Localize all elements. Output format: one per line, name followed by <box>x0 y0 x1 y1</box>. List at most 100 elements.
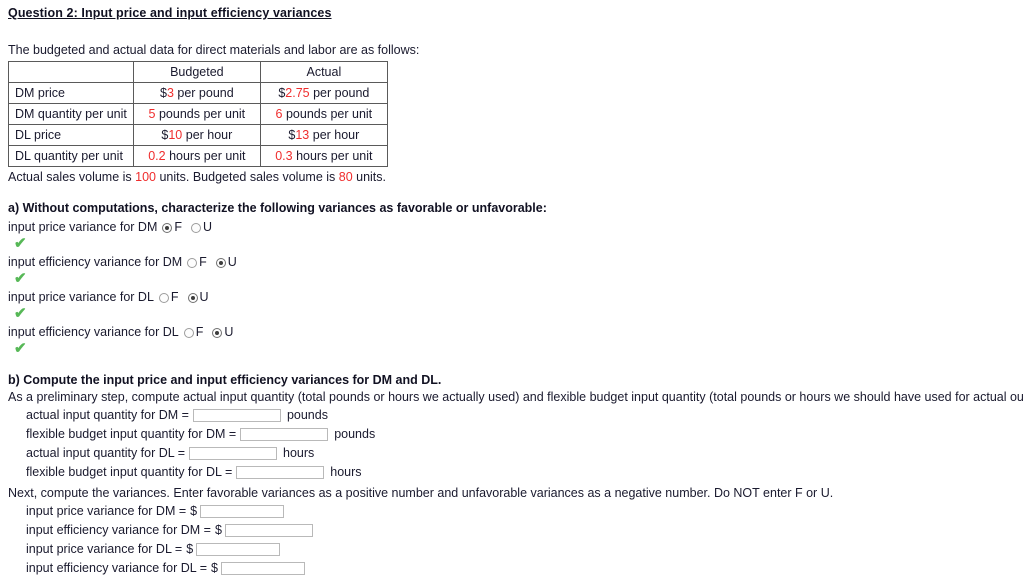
variance-question-label: input price variance for DM <box>8 220 158 234</box>
budgeted-volume-value: 80 <box>338 170 353 184</box>
value-number: 10 <box>168 127 183 142</box>
column-header-budgeted: Budgeted <box>132 61 261 83</box>
input-price-variance-dm-field[interactable] <box>200 504 285 518</box>
radio-u-input-efficiency-dm[interactable] <box>215 257 226 268</box>
field-unit: hours <box>330 465 362 479</box>
value-suffix: per hour <box>182 127 233 142</box>
value-prefix: $ <box>160 85 167 100</box>
cell-budgeted: 0.2 hours per unit <box>132 145 261 167</box>
variance-question-row: input efficiency variance for DL F U <box>8 325 1016 340</box>
field-unit: pounds <box>286 408 328 422</box>
radio-u-input-efficiency-dl[interactable] <box>212 327 223 338</box>
preliminary-step-text: As a preliminary step, compute actual in… <box>8 390 1024 404</box>
dollar-sign: $ <box>211 561 218 575</box>
value-number: 2.75 <box>285 85 310 100</box>
next-step-text: Next, compute the variances. Enter favor… <box>8 486 834 500</box>
variance-field-row: input price variance for DL = $ <box>26 541 1016 557</box>
input-efficiency-variance-dm-field[interactable] <box>224 523 313 537</box>
part-a-heading: a) Without computations, characterize th… <box>8 201 547 215</box>
variance-question-label: input price variance for DL <box>8 290 154 304</box>
variance-question-row: input price variance for DM F U <box>8 220 1016 235</box>
field-unit: pounds <box>334 427 376 441</box>
correct-check-icon: ✔ <box>14 340 27 357</box>
value-suffix: hours per unit <box>292 148 373 163</box>
dollar-sign: $ <box>186 542 194 556</box>
table-row: DL price $10 per hour $13 per hour <box>8 124 388 146</box>
correct-check-icon: ✔ <box>14 305 27 322</box>
actual-input-quantity-dl-field[interactable] <box>189 446 278 460</box>
cell-budgeted: $10 per hour <box>132 124 261 146</box>
value-suffix: pounds per unit <box>282 106 373 121</box>
row-label: DL quantity per unit <box>8 145 134 167</box>
field-label: input efficiency variance for DL = <box>26 561 207 575</box>
variance-field-row: input price variance for DM = $ <box>26 503 1016 519</box>
quantity-field-row: actual input quantity for DL = hours <box>26 445 1016 461</box>
radio-f-input-price-dl[interactable] <box>158 292 169 303</box>
field-label: actual input quantity for DM = <box>26 408 189 422</box>
radio-label-u: U <box>224 325 234 339</box>
input-price-variance-dl-field[interactable] <box>196 542 281 556</box>
radio-label-u: U <box>227 255 237 269</box>
page-title: Question 2: Input price and input effici… <box>8 6 332 20</box>
dollar-sign: $ <box>190 504 198 518</box>
cell-actual: $2.75 per pound <box>259 82 388 104</box>
value-suffix: per hour <box>309 127 360 142</box>
value-suffix: per pound <box>173 85 234 100</box>
cell-budgeted: 5 pounds per unit <box>132 103 261 125</box>
table-row: DM price $3 per pound $2.75 per pound <box>8 82 388 104</box>
flexible-budget-input-quantity-dl-field[interactable] <box>236 465 325 479</box>
sales-volume-line: Actual sales volume is 100 units. Budget… <box>8 170 1016 184</box>
value-suffix: per pound <box>309 85 370 100</box>
table-body: Budgeted Actual DM price $3 per pound $2… <box>8 61 388 167</box>
field-label: input efficiency variance for DM = <box>26 523 211 537</box>
value-number: 0.3 <box>275 148 293 163</box>
radio-f-input-efficiency-dl[interactable] <box>183 327 194 338</box>
table-row: DM quantity per unit 5 pounds per unit 6… <box>8 103 388 125</box>
flexible-budget-input-quantity-dm-field[interactable] <box>240 427 329 441</box>
row-label: DM price <box>8 82 134 104</box>
radio-label-f: F <box>199 255 207 269</box>
variance-question-row: input price variance for DL F U <box>8 290 1016 305</box>
radio-f-input-price-dm[interactable] <box>162 222 173 233</box>
variance-question-row: input efficiency variance for DM F U <box>8 255 1016 270</box>
field-label: flexible budget input quantity for DM = <box>26 427 237 441</box>
row-label: DM quantity per unit <box>8 103 134 125</box>
intro-text: The budgeted and actual data for direct … <box>8 43 420 57</box>
quantity-field-row: actual input quantity for DM = pounds <box>26 407 1016 423</box>
actual-input-quantity-dm-field[interactable] <box>192 408 281 422</box>
table-header-row: Budgeted Actual <box>8 61 388 83</box>
radio-label-f: F <box>170 290 179 304</box>
cell-budgeted: $3 per pound <box>132 82 261 104</box>
variance-question-label: input efficiency variance for DL <box>8 325 179 339</box>
radio-u-input-price-dl[interactable] <box>187 292 198 303</box>
quantity-field-row: flexible budget input quantity for DL = … <box>26 464 1016 480</box>
dollar-sign: $ <box>214 523 222 537</box>
table-row: DL quantity per unit 0.2 hours per unit … <box>8 145 388 167</box>
variance-field-row: input efficiency variance for DM = $ <box>26 522 1016 538</box>
field-label: input price variance for DM = <box>26 504 187 518</box>
quantity-field-row: flexible budget input quantity for DM = … <box>26 426 1016 442</box>
correct-check-icon: ✔ <box>14 270 27 287</box>
value-number: 5 <box>148 106 156 121</box>
radio-f-input-efficiency-dm[interactable] <box>187 257 198 268</box>
actual-volume-value: 100 <box>135 170 156 184</box>
worksheet-page: Question 2: Input price and input effici… <box>0 0 1024 576</box>
cell-actual: 0.3 hours per unit <box>259 145 388 167</box>
volume-text-3: units. <box>352 170 387 184</box>
volume-text-2: units. Budgeted sales volume is <box>156 170 339 184</box>
value-number: 6 <box>275 106 283 121</box>
radio-label-f: F <box>195 325 204 339</box>
cell-actual: $13 per hour <box>259 124 388 146</box>
input-efficiency-variance-dl-field[interactable] <box>220 561 305 575</box>
radio-label-u: U <box>203 220 213 234</box>
value-suffix: hours per unit <box>165 148 246 163</box>
part-b-heading: b) Compute the input price and input eff… <box>8 373 442 387</box>
volume-text-1: Actual sales volume is <box>8 170 136 184</box>
column-header-actual: Actual <box>259 61 388 83</box>
variance-field-row: input efficiency variance for DL = $ <box>26 560 1016 576</box>
budget-actual-table: Budgeted Actual DM price $3 per pound $2… <box>8 61 388 167</box>
radio-label-u: U <box>199 290 209 304</box>
field-label: flexible budget input quantity for DL = <box>26 465 233 479</box>
radio-u-input-price-dm[interactable] <box>191 222 202 233</box>
field-unit: hours <box>283 446 315 460</box>
